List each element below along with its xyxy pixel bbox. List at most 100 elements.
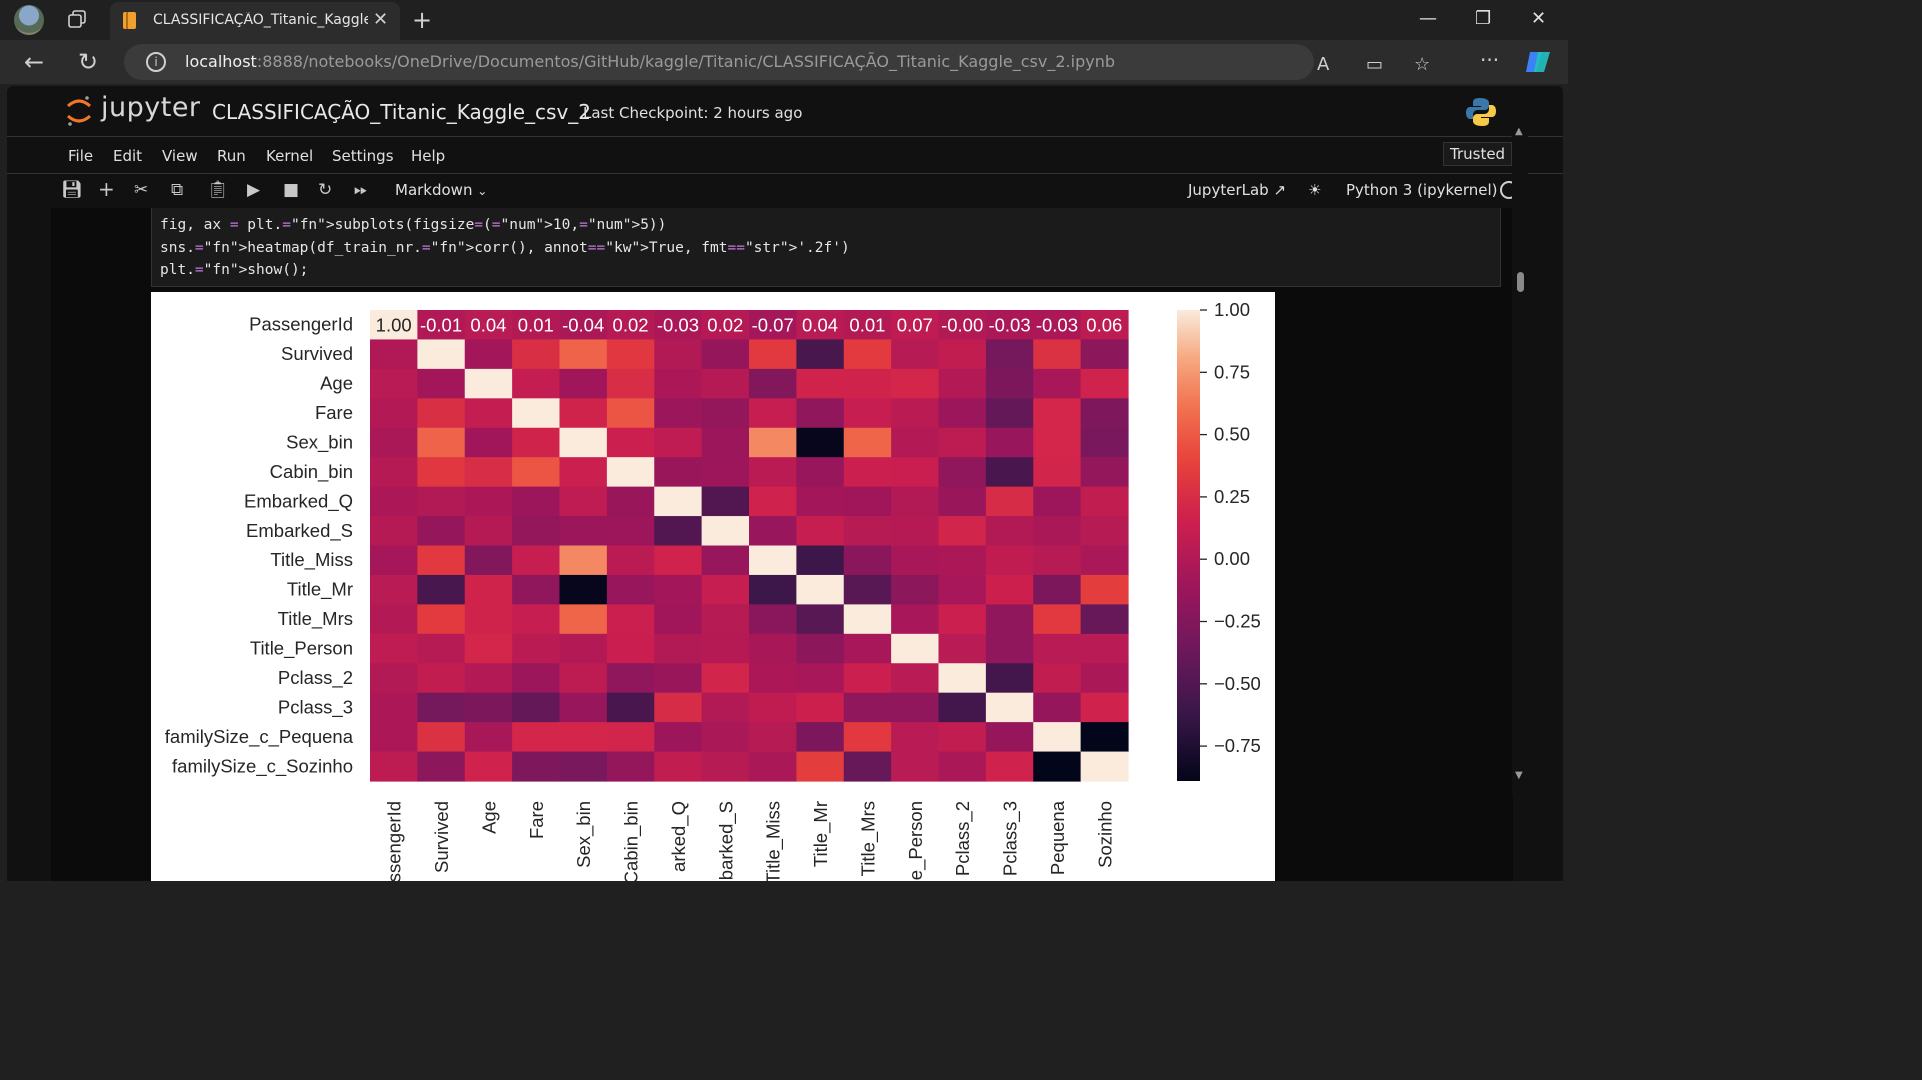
heatmap-cell [417,633,466,664]
stop-icon[interactable]: ■ [283,180,299,200]
heatmap-cell [985,722,1034,753]
jupyterlab-link[interactable]: JupyterLab ↗ [1188,181,1286,199]
menu-view[interactable]: View [162,147,198,165]
heatmap-cell [606,398,655,429]
heatmap-cell [891,633,940,664]
save-icon[interactable]: 💾︎ [61,180,83,200]
insert-cell-icon[interactable]: + [98,177,115,201]
heatmap-cell [938,339,987,370]
heatmap-cell [796,457,845,488]
immersive-reader-icon[interactable]: ▭ [1366,54,1383,75]
minimize-icon[interactable]: — [1419,8,1437,29]
heatmap-cell [985,339,1034,370]
cut-icon[interactable]: ✂ [134,180,148,200]
heatmap-cell [370,663,418,694]
heatmap-cell [843,722,892,753]
heatmap-cell [559,457,608,488]
heatmap-cell [512,722,561,753]
profile-avatar[interactable] [14,5,44,35]
heatmap-cell [1033,427,1082,458]
scroll-down-icon[interactable]: ▼ [1515,770,1523,781]
tab-title: CLASSIFICAÇÃO_Titanic_Kaggle_ [153,12,368,28]
cell-annotation: -0.03 [657,315,699,336]
more-menu-icon[interactable]: ··· [1480,48,1499,72]
heatmap-cell [559,368,608,399]
heatmap-cell [606,722,655,753]
paste-icon[interactable]: 📋︎ [207,180,229,200]
heatmap-cell [654,751,703,782]
heatmap-cell [796,486,845,517]
heatmap-cell [938,516,987,547]
run-icon[interactable]: ▶ [247,180,260,200]
site-info-icon[interactable]: i [146,52,166,72]
menu-edit[interactable]: Edit [113,147,142,165]
close-window-icon[interactable]: ✕ [1531,8,1546,29]
back-icon[interactable]: ← [24,48,44,76]
menu-bar: File Edit View Run Kernel Settings Help … [7,137,1563,174]
restart-icon[interactable]: ↻ [318,180,332,200]
scrollbar-thumb[interactable] [1517,272,1524,292]
heatmap-cell [891,604,940,635]
heatmap-cell [370,339,418,370]
cell-type-select[interactable]: Markdown ⌄ [395,181,487,199]
heatmap-cell [1080,398,1129,429]
tab-actions-icon[interactable] [66,8,88,30]
heatmap-cell [796,692,845,723]
heatmap-cell [701,751,750,782]
menu-file[interactable]: File [68,147,93,165]
heatmap-cell [606,633,655,664]
restore-icon[interactable]: ❐ [1475,8,1491,29]
heatmap-cell [701,339,750,370]
new-tab-icon[interactable]: + [412,6,432,34]
heatmap-cell [1080,516,1129,547]
heatmap-cell [701,722,750,753]
heatmap-cell [512,633,561,664]
heatmap-cell [370,486,418,517]
heatmap-cell [1080,663,1129,694]
chevron-down-icon: ⌄ [477,184,488,198]
cell-annotation: -0.03 [1036,315,1078,336]
heatmap-cell [843,692,892,723]
kernel-name[interactable]: Python 3 (ipykernel) [1346,181,1498,199]
notebook-title[interactable]: CLASSIFICAÇÃO_Titanic_Kaggle_csv_2 [212,100,591,124]
menu-run[interactable]: Run [217,147,246,165]
cell-annotation: 0.02 [613,315,649,336]
heatmap-cell [417,516,466,547]
cell-annotation: 0.04 [802,315,838,336]
code-cell[interactable]: fig, ax = plt.="fn">subplots(figsize=(="… [151,208,1501,287]
menu-kernel[interactable]: Kernel [266,147,313,165]
notebook-favicon-icon [123,12,136,29]
scroll-up-icon[interactable]: ▲ [1515,126,1523,137]
heatmap-cell [843,663,892,694]
reload-icon[interactable]: ↻ [78,48,98,76]
column-label: Survived [431,801,452,873]
heatmap-cell [512,663,561,694]
read-aloud-icon[interactable]: A [1317,54,1329,75]
heatmap-cell [985,368,1034,399]
browser-tab-active[interactable]: CLASSIFICAÇÃO_Titanic_Kaggle_ ✕ [110,2,400,40]
menu-help[interactable]: Help [411,147,445,165]
heatmap-cell [938,427,987,458]
fast-forward-icon[interactable]: ⏩︎ [354,180,368,200]
heatmap-cell [749,633,797,664]
address-bar[interactable]: i localhost:8888/notebooks/OneDrive/Docu… [124,44,1430,80]
cell-annotation: 1.00 [376,315,412,336]
heatmap-cell [512,574,561,605]
copy-icon[interactable]: ⧉ [171,180,183,200]
copilot-icon[interactable] [1524,48,1554,76]
debugger-icon[interactable]: ☀ [1308,181,1321,199]
heatmap-cell [701,574,750,605]
heatmap-cell [1033,604,1082,635]
favorite-star-icon[interactable]: ☆ [1414,54,1430,75]
heatmap-cell [559,751,608,782]
heatmap-cell [985,751,1034,782]
heatmap-cell [1080,368,1129,399]
row-label: familySize_c_Sozinho [172,755,353,777]
browser-tab-bar: CLASSIFICAÇÃO_Titanic_Kaggle_ ✕ + — ❐ ✕ [0,0,1568,40]
code-editor[interactable]: fig, ax = plt.="fn">subplots(figsize=(="… [160,214,850,282]
vertical-scrollbar[interactable]: ▲ ▼ [1512,122,1528,795]
menu-settings[interactable]: Settings [332,147,394,165]
tab-close-icon[interactable]: ✕ [373,9,388,30]
url-text[interactable]: localhost:8888/notebooks/OneDrive/Docume… [185,52,1115,71]
trusted-badge[interactable]: Trusted [1443,142,1513,166]
